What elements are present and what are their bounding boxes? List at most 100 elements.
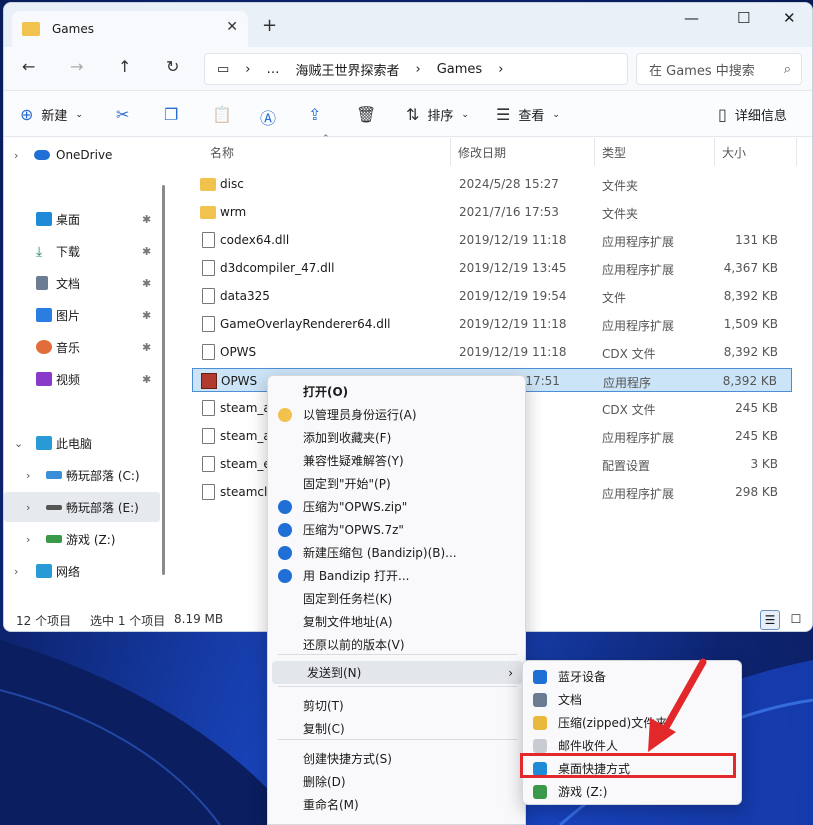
pin-icon[interactable]: ✱ [142,373,151,386]
sidebar-scrollbar[interactable] [162,185,165,575]
context-menu-item[interactable]: 剪切(T) [268,694,525,717]
context-menu-item[interactable]: 创建快捷方式(S) [268,747,525,770]
chevron-right-icon[interactable]: › [26,469,30,482]
file-size: 245 KB [735,401,778,415]
menu-label: 蓝牙设备 [558,670,607,684]
breadcrumb-parent[interactable]: 海贼王世界探索者 [296,60,400,79]
view-button[interactable]: ☰ 查看 ⌄ [496,105,560,124]
menu-label: 复制(C) [303,722,345,736]
close-window-button[interactable]: ✕ [783,9,796,27]
file-row[interactable]: wrm 2021/7/16 17:53 文件夹 [192,200,792,224]
file-row[interactable]: d3dcompiler_47.dll 2019/12/19 13:45 应用程序扩展… [192,256,792,280]
context-menu-item[interactable]: 以管理员身份运行(A) [268,403,525,426]
sidebar-item-drive-z[interactable]: › 游戏 (Z:) [4,524,160,554]
refresh-icon[interactable]: ↻ [166,57,179,76]
chevron-right-icon[interactable]: › [26,533,30,546]
up-arrow-icon[interactable]: ↑ [118,57,131,76]
pin-icon[interactable]: ✱ [142,309,151,322]
new-tab-button[interactable]: + [262,15,277,36]
bluetooth-icon [533,669,547,684]
pin-icon[interactable]: ✱ [142,277,151,290]
share-icon[interactable]: ⇪ [308,105,321,124]
context-menu-item[interactable]: 用 Bandizip 打开... [268,564,525,587]
sendto-menu-item[interactable]: 压缩(zipped)文件夹 [523,711,741,734]
sidebar-item-drive-e[interactable]: › 畅玩部落 (E:) [4,492,160,522]
chevron-right-icon: › [508,665,513,680]
cut-icon[interactable]: ✂ [116,105,129,124]
sidebar-item-drive-c[interactable]: › 畅玩部落 (C:) [4,460,160,490]
file-icon [202,456,215,472]
tiles-view-button[interactable]: ☐ [786,610,806,630]
sort-button[interactable]: ⇅ 排序 ⌄ [406,105,469,124]
menu-label: 创建快捷方式(S) [303,752,392,766]
column-divider[interactable] [594,138,595,166]
chevron-down-icon[interactable]: ⌄ [14,437,23,450]
new-button[interactable]: ⊕ 新建 ⌄ [20,105,83,124]
context-menu-item[interactable]: 重命名(M) [268,793,525,816]
sidebar-item-onedrive[interactable]: › OneDrive [4,140,160,170]
context-menu-item[interactable]: 压缩为"OPWS.7z" [268,518,525,541]
chevron-right-icon[interactable]: › [14,149,18,162]
search-input[interactable]: 在 Games 中搜索 ⌕ [636,53,802,85]
context-menu-item[interactable]: 复制文件地址(A) [268,610,525,633]
column-divider[interactable] [796,138,797,166]
file-row[interactable]: disc 2024/5/28 15:27 文件夹 [192,172,792,196]
column-header-size[interactable]: 大小 [722,144,746,161]
context-menu-item[interactable]: 固定到"开始"(P) [268,472,525,495]
menu-label: 兼容性疑难解答(Y) [303,454,404,468]
menu-label: 用 Bandizip 打开... [303,569,410,583]
column-header-date[interactable]: 修改日期 [458,144,506,161]
context-menu-item[interactable]: 打开(O) [268,380,525,403]
context-menu-item[interactable]: 新建压缩包 (Bandizip)(B)... [268,541,525,564]
forward-arrow-icon[interactable]: → [70,57,83,76]
context-menu-item[interactable]: 删除(D) [268,770,525,793]
pin-icon[interactable]: ✱ [142,341,151,354]
close-tab-icon[interactable]: ✕ [226,19,238,35]
sendto-menu-item[interactable]: 蓝牙设备 [523,665,741,688]
file-row[interactable]: data325 2019/12/19 19:54 文件 8,392 KB [192,284,792,308]
sidebar-item-network[interactable]: › 网络 [4,556,160,586]
context-menu-item[interactable]: 复制(C) [268,717,525,740]
context-menu-item[interactable]: 压缩为"OPWS.zip" [268,495,525,518]
column-header-name[interactable]: 名称 [210,144,234,161]
context-menu-item[interactable]: 固定到任务栏(K) [268,587,525,610]
context-menu-item[interactable]: 添加到收藏夹(F) [268,426,525,449]
context-menu-item[interactable]: 发送到(N) › [272,661,523,684]
column-header-type[interactable]: 类型 [602,144,626,161]
file-icon [202,428,215,444]
file-row[interactable]: OPWS 2019/12/19 11:18 CDX 文件 8,392 KB [192,340,792,364]
breadcrumb-current[interactable]: Games [437,62,482,77]
column-divider[interactable] [450,138,451,166]
minimize-button[interactable]: — [684,9,699,27]
paste-icon[interactable]: 📋 [212,105,232,124]
chevron-right-icon[interactable]: › [26,501,30,514]
context-menu-item[interactable]: 兼容性疑难解答(Y) [268,449,525,472]
sendto-menu-item[interactable]: 游戏 (Z:) [523,780,741,803]
column-divider[interactable] [714,138,715,166]
sidebar-item-music[interactable]: 音乐 ✱ [4,332,160,362]
details-view-button[interactable]: ☰ [760,610,780,630]
maximize-button[interactable]: ☐ [737,9,750,27]
chevron-right-icon[interactable]: › [14,565,18,578]
sidebar-item-videos[interactable]: 视频 ✱ [4,364,160,394]
menu-label: 压缩(zipped)文件夹 [558,716,668,730]
sidebar-item-desktop[interactable]: 桌面 ✱ [4,204,160,234]
context-menu-item[interactable]: 还原以前的版本(V) [268,633,525,656]
tab-games[interactable]: Games ✕ [12,11,248,47]
sidebar-item-this-pc[interactable]: ⌄ 此电脑 [4,428,160,458]
pin-icon[interactable]: ✱ [142,213,151,226]
copy-icon[interactable]: ❐ [164,105,178,124]
back-arrow-icon[interactable]: ← [22,57,35,76]
address-bar[interactable]: ▭ › … 海贼王世界探索者 › Games › [204,53,628,85]
rename-icon[interactable]: Ⓐ [260,105,276,129]
pin-icon[interactable]: ✱ [142,245,151,258]
sidebar-item-pictures[interactable]: 图片 ✱ [4,300,160,330]
details-button[interactable]: ▯ 详细信息 [718,105,787,124]
file-row[interactable]: GameOverlayRenderer64.dll 2019/12/19 11:1… [192,312,792,336]
breadcrumb-overflow[interactable]: … [267,62,280,77]
delete-icon[interactable]: 🗑 [356,105,376,124]
sidebar-item-documents[interactable]: 文档 ✱ [4,268,160,298]
file-row[interactable]: codex64.dll 2019/12/19 11:18 应用程序扩展 131 KB [192,228,792,252]
sidebar-item-downloads[interactable]: ⤓ 下载 ✱ [4,236,160,266]
sendto-menu-item[interactable]: 文档 [523,688,741,711]
